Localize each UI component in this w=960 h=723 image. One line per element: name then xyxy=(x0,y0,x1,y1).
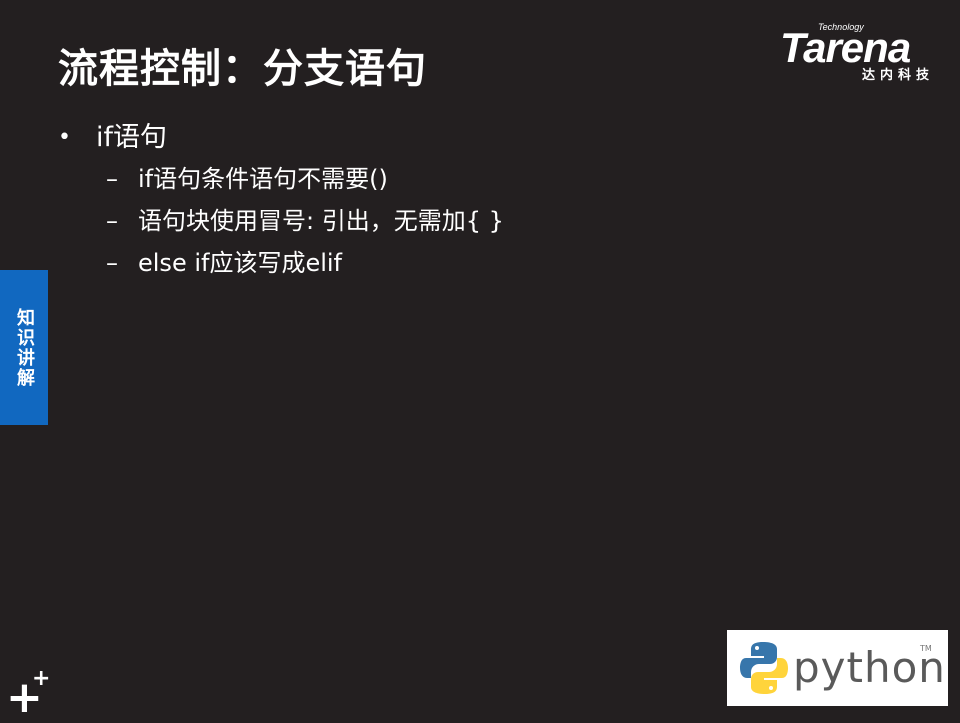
dash-icon: – xyxy=(106,249,118,277)
trademark-mark: TM xyxy=(920,644,932,653)
side-tab-label: 知识讲解 xyxy=(14,307,35,388)
python-badge: python TM xyxy=(727,630,948,706)
dash-icon: – xyxy=(106,165,118,193)
logo-subtitle: 达内科技 xyxy=(862,68,935,83)
slide: 流程控制：分支语句 Technology Tarena 达内科技 • if语句 … xyxy=(0,0,960,720)
sub-bullet-item: – if语句条件语句不需要() xyxy=(58,158,878,200)
sub-bullet-item: – else if应该写成elif xyxy=(58,242,878,284)
bullet-list: • if语句 – if语句条件语句不需要() – 语句块使用冒号: 引出，无需加… xyxy=(58,118,878,284)
bullet-item: • if语句 xyxy=(58,118,878,158)
side-tab: 知识讲解 xyxy=(0,270,48,425)
tarena-logo: Technology Tarena 达内科技 xyxy=(780,22,950,84)
sub-bullet-text: else if应该写成elif xyxy=(138,249,342,277)
bullet-dot-icon: • xyxy=(58,125,71,150)
sub-bullet-text: 语句块使用冒号: 引出，无需加{ } xyxy=(138,207,504,235)
sub-bullet-text: if语句条件语句不需要() xyxy=(138,165,388,193)
plus-small-icon: + xyxy=(32,666,51,691)
bullet-text: if语句 xyxy=(96,122,168,153)
sub-bullet-item: – 语句块使用冒号: 引出，无需加{ } xyxy=(58,200,878,242)
dash-icon: – xyxy=(106,207,118,235)
slide-title: 流程控制：分支语句 xyxy=(58,46,427,92)
python-logo-icon xyxy=(740,642,788,694)
